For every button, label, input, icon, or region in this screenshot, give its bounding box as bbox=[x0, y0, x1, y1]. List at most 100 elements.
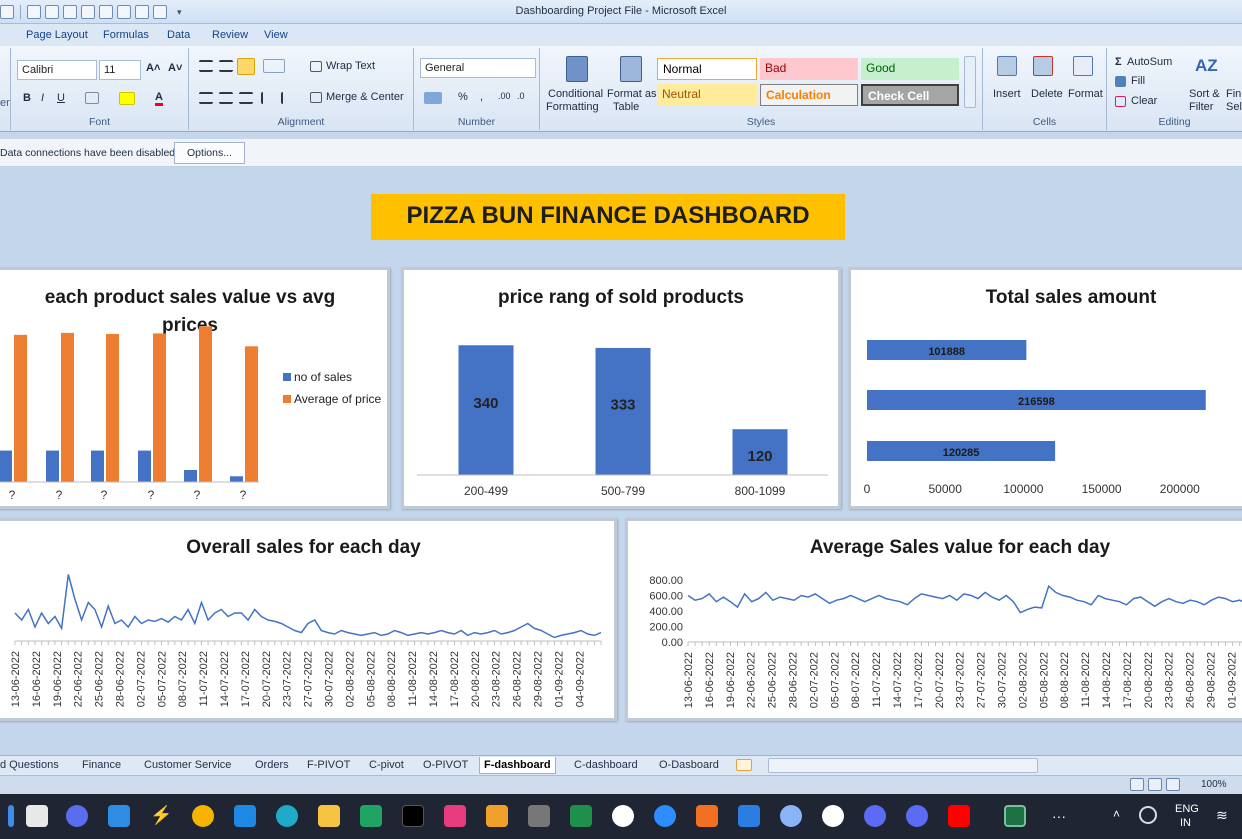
tab-page-layout[interactable]: Page Layout bbox=[26, 29, 88, 41]
percent-button[interactable]: % bbox=[458, 91, 468, 103]
tab-formulas[interactable]: Formulas bbox=[103, 29, 149, 41]
format-button[interactable]: Format bbox=[1068, 88, 1103, 100]
is-icon[interactable] bbox=[738, 805, 760, 827]
insert-button[interactable]: Insert bbox=[993, 88, 1021, 100]
sheet-tab-o-dashboard[interactable]: O-Dasboard bbox=[659, 759, 719, 771]
merge-center-button[interactable]: Merge & Center bbox=[326, 91, 404, 103]
orientation-icon[interactable] bbox=[263, 59, 285, 73]
styles-scroll-icon[interactable] bbox=[964, 56, 976, 108]
align-center-icon[interactable] bbox=[219, 92, 233, 104]
tab-data[interactable]: Data bbox=[167, 29, 190, 41]
align-right-icon[interactable] bbox=[239, 92, 253, 104]
chart-card-total-sales[interactable]: Total sales amount 101888 216598 120285 0 50… bbox=[848, 267, 1242, 509]
style-normal[interactable]: Normal bbox=[657, 58, 757, 80]
autosum-button[interactable]: AutoSum bbox=[1127, 56, 1172, 68]
sheet-tab-c-dashboard[interactable]: C-dashboard bbox=[574, 759, 638, 771]
align-middle-icon[interactable] bbox=[219, 60, 233, 72]
start-icon[interactable] bbox=[8, 805, 14, 827]
style-bad[interactable]: Bad bbox=[760, 58, 858, 80]
skype-s-icon[interactable] bbox=[864, 805, 886, 827]
wifi-icon[interactable]: ≋ bbox=[1216, 807, 1228, 824]
bold-button[interactable]: B bbox=[23, 92, 31, 104]
style-neutral[interactable]: Neutral bbox=[657, 84, 757, 106]
normal-view-icon[interactable] bbox=[1130, 778, 1144, 791]
mail-icon[interactable] bbox=[108, 805, 130, 827]
sync-icon[interactable] bbox=[1139, 806, 1157, 824]
chart-card-average-sales[interactable]: Average Sales value for each day 800.00 6… bbox=[625, 518, 1242, 721]
style-calculation[interactable]: Calculation bbox=[760, 84, 858, 106]
hackerrank-icon[interactable] bbox=[402, 805, 424, 827]
increase-decimal-button[interactable]: .00 bbox=[498, 91, 511, 101]
edge-icon[interactable] bbox=[276, 805, 298, 827]
language-code[interactable]: ENG bbox=[1175, 803, 1199, 815]
youtube-icon[interactable] bbox=[948, 805, 970, 827]
excel-icon[interactable] bbox=[1004, 805, 1026, 827]
insert-sheet-icon[interactable] bbox=[736, 759, 752, 771]
format-as-table-label-1[interactable]: Format as bbox=[607, 88, 657, 100]
sheet-tab-questions[interactable]: d Questions bbox=[0, 759, 59, 771]
style-check-cell[interactable]: Check Cell bbox=[861, 84, 959, 106]
chart-card-sales-vs-price[interactable]: each product sales value vs avg prices ?… bbox=[0, 267, 390, 509]
grow-font-button[interactable]: A˄ bbox=[146, 62, 160, 74]
conditional-formatting-label-1[interactable]: Conditional bbox=[548, 88, 603, 100]
sort-filter-label-2[interactable]: Filter bbox=[1189, 101, 1213, 113]
format-as-table-label-2[interactable]: Table bbox=[613, 101, 639, 113]
co-icon[interactable] bbox=[696, 805, 718, 827]
underline-button[interactable]: U bbox=[57, 92, 65, 104]
task-view-icon[interactable] bbox=[26, 805, 48, 827]
sheet-tab-f-dashboard[interactable]: F-dashboard bbox=[479, 757, 556, 774]
sheet-tab-finance[interactable]: Finance bbox=[82, 759, 121, 771]
tab-review[interactable]: Review bbox=[212, 29, 248, 41]
shrink-font-button[interactable]: A˅ bbox=[168, 62, 182, 74]
tray-chevron-icon[interactable]: ˄ bbox=[1113, 807, 1120, 821]
increase-indent-icon[interactable] bbox=[281, 92, 295, 104]
delete-button[interactable]: Delete bbox=[1031, 88, 1063, 100]
number-format-field[interactable]: General bbox=[420, 58, 536, 78]
align-bottom-icon[interactable] bbox=[237, 58, 255, 75]
sort-filter-label-1[interactable]: Sort & bbox=[1189, 88, 1220, 100]
unacademy-icon[interactable] bbox=[822, 805, 844, 827]
package-icon[interactable] bbox=[486, 805, 508, 827]
wrap-text-button[interactable]: Wrap Text bbox=[326, 60, 375, 72]
fill-color-icon[interactable] bbox=[119, 92, 135, 105]
comma-button[interactable]: , bbox=[480, 91, 483, 103]
fill-button[interactable]: Fill bbox=[1131, 75, 1145, 87]
tab-view[interactable]: View bbox=[264, 29, 288, 41]
gender-icon[interactable] bbox=[780, 805, 802, 827]
chrome-icon[interactable] bbox=[192, 805, 214, 827]
clear-button[interactable]: Clear bbox=[1131, 95, 1157, 107]
italic-button[interactable]: I bbox=[41, 92, 44, 104]
cc-icon[interactable] bbox=[528, 805, 550, 827]
find-select-label-1[interactable]: Fin bbox=[1226, 88, 1241, 100]
chart-card-price-range[interactable]: price rang of sold products 340 200-499 33… bbox=[401, 267, 841, 509]
desktop-icon[interactable] bbox=[234, 805, 256, 827]
worksheet-area[interactable]: PIZZA BUN FINANCE DASHBOARD each product… bbox=[0, 167, 1242, 755]
align-left-icon[interactable] bbox=[199, 92, 213, 104]
sheet-tab-orders[interactable]: Orders bbox=[255, 759, 289, 771]
sheet-tab-f-pivot[interactable]: F-PIVOT bbox=[307, 759, 350, 771]
font-color-icon[interactable]: A bbox=[155, 91, 163, 106]
sheet-tab-customer-service[interactable]: Customer Service bbox=[144, 759, 231, 771]
app-green-icon[interactable] bbox=[360, 805, 382, 827]
github-icon[interactable] bbox=[612, 805, 634, 827]
meet-icon[interactable] bbox=[570, 805, 592, 827]
skype-s2-icon[interactable] bbox=[906, 805, 928, 827]
language-region[interactable]: IN bbox=[1180, 817, 1191, 829]
conditional-formatting-label-2[interactable]: Formatting bbox=[546, 101, 599, 113]
options-button[interactable]: Options... bbox=[174, 142, 245, 164]
more-apps-icon[interactable]: ··· bbox=[1052, 808, 1066, 824]
page-layout-view-icon[interactable] bbox=[1148, 778, 1162, 791]
zoom-level[interactable]: 100% bbox=[1201, 779, 1227, 790]
chat-icon[interactable] bbox=[66, 805, 88, 827]
align-top-icon[interactable] bbox=[199, 60, 213, 72]
find-select-label-2[interactable]: Sele bbox=[1226, 101, 1242, 113]
borders-icon[interactable] bbox=[85, 92, 99, 104]
horizontal-scrollbar[interactable] bbox=[768, 758, 1038, 773]
currency-icon[interactable] bbox=[424, 92, 442, 104]
sheet-tab-o-pivot[interactable]: O-PIVOT bbox=[423, 759, 468, 771]
font-name-field[interactable]: Calibri bbox=[17, 60, 97, 80]
file-explorer-icon[interactable] bbox=[318, 805, 340, 827]
decrease-indent-icon[interactable] bbox=[261, 92, 275, 104]
zoom-icon[interactable] bbox=[654, 805, 676, 827]
page-break-view-icon[interactable] bbox=[1166, 778, 1180, 791]
